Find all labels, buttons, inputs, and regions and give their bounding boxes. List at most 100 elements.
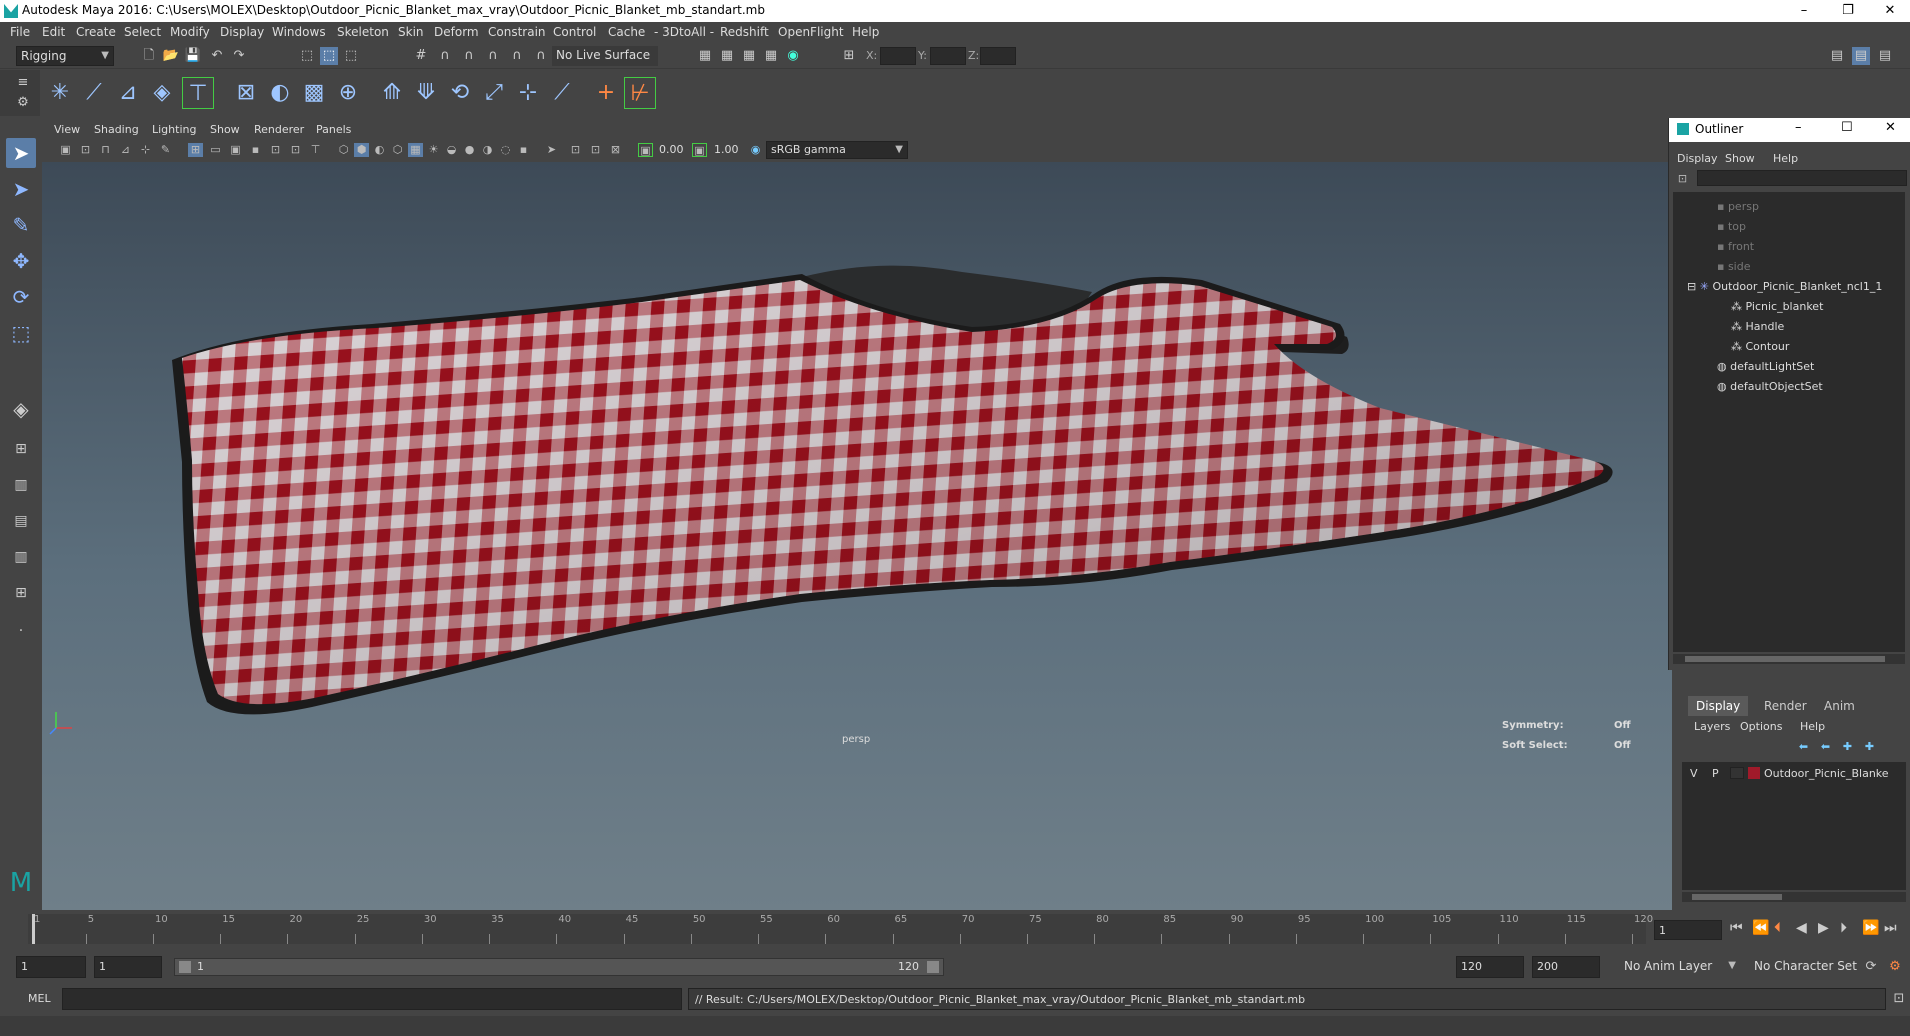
lasso-tool-icon[interactable]: ➤ <box>6 174 36 204</box>
outliner-search-field[interactable] <box>1697 170 1907 186</box>
resolution-gate-icon[interactable]: ▣ <box>228 143 243 157</box>
persp-outliner-layout-icon[interactable]: ▥ <box>6 542 36 572</box>
current-time-indicator[interactable] <box>32 914 35 944</box>
modeling-toolkit-icon[interactable]: ▤ <box>1828 47 1846 65</box>
tree-item-side[interactable]: ▪ side <box>1717 260 1751 273</box>
script-editor-icon[interactable]: ⊡ <box>1890 990 1908 1008</box>
select-hierarchy-icon[interactable]: ⬚ <box>298 47 316 65</box>
move-layer-down-icon[interactable]: ⬅ <box>1818 740 1833 754</box>
new-layer-selected-icon[interactable]: ✚ <box>1862 740 1877 754</box>
smooth-shade-icon[interactable]: ⬢ <box>354 143 369 157</box>
go-to-start-icon[interactable]: ⏮ <box>1730 920 1743 936</box>
new-scene-icon[interactable]: 🗋 <box>140 47 158 65</box>
exposure-value[interactable]: 0.00 <box>659 143 684 156</box>
pole-vector-icon[interactable]: ⟋ <box>546 77 578 109</box>
scrollbar-thumb[interactable] <box>1692 894 1782 900</box>
snap-point-icon[interactable]: ∩ <box>460 47 478 65</box>
snap-pivot-icon[interactable]: ∩ <box>532 47 550 65</box>
gate-mask-icon[interactable]: ▪ <box>248 143 263 157</box>
tab-anim-layers[interactable]: Anim <box>1816 696 1863 716</box>
image-plane-icon[interactable]: ⊿ <box>118 143 133 157</box>
anti-aliasing-icon[interactable]: ◌ <box>498 143 513 157</box>
viewport-persp[interactable]: persp Symmetry: Off Soft Select: Off <box>42 162 1672 910</box>
layer-name[interactable]: Outdoor_Picnic_Blanke <box>1764 767 1889 780</box>
tree-item-picnic-blanket[interactable]: ⁂ Picnic_blanket <box>1731 300 1823 313</box>
step-back-frame-icon[interactable]: ⏴ <box>1774 920 1781 936</box>
command-input[interactable] <box>62 988 682 1010</box>
layers-menu-options[interactable]: Options <box>1740 720 1782 733</box>
layer-row[interactable]: V P Outdoor_Picnic_Blanke <box>1682 764 1906 782</box>
orient-joint-icon[interactable]: ⊤ <box>182 77 214 109</box>
paint-weights-icon[interactable]: ◐ <box>264 77 296 109</box>
layer-horizontal-scrollbar[interactable] <box>1682 892 1906 902</box>
motion-blur-icon[interactable]: ◑ <box>480 143 495 157</box>
graph-layout-icon[interactable]: ▤ <box>6 506 36 536</box>
menu-cache[interactable]: Cache <box>608 25 645 39</box>
isolate-select-icon[interactable]: ➤ <box>544 143 559 157</box>
shelf-settings-icon[interactable]: ⚙ <box>14 94 32 112</box>
range-end-handle[interactable] <box>927 961 939 973</box>
select-tool-icon[interactable]: ➤ <box>6 138 36 168</box>
auto-key-icon[interactable]: ⟳ <box>1862 958 1880 976</box>
orient-constraint-icon[interactable]: ⟲ <box>444 77 476 109</box>
play-backwards-icon[interactable]: ◀ <box>1796 920 1807 936</box>
animation-preferences-icon[interactable]: ⚙ <box>1886 958 1904 976</box>
safe-title-icon[interactable]: ⊤ <box>308 143 323 157</box>
bookmark-icon[interactable]: ⊓ <box>98 143 113 157</box>
viewport-menu-view[interactable]: View <box>54 123 80 136</box>
tree-item-contour[interactable]: ⁂ Contour <box>1731 340 1789 353</box>
field-chart-icon[interactable]: ⊡ <box>268 143 283 157</box>
grid-toggle-icon[interactable]: ⊞ <box>188 143 203 157</box>
exposure-icon[interactable]: ▣ <box>638 143 653 157</box>
menu-create[interactable]: Create <box>76 25 116 39</box>
view-transform-dropdown[interactable]: sRGB gamma ▼ <box>766 141 908 159</box>
lattice-icon[interactable]: ▩ <box>298 77 330 109</box>
select-object-icon[interactable]: ⬚ <box>320 47 338 65</box>
step-back-key-icon[interactable]: ⏪ <box>1752 920 1769 936</box>
bind-skin-icon[interactable]: ⊠ <box>230 77 262 109</box>
viewport-menu-renderer[interactable]: Renderer <box>254 123 304 136</box>
step-forward-key-icon[interactable]: ⏩ <box>1862 920 1879 936</box>
snap-curve-icon[interactable]: ∩ <box>436 47 454 65</box>
menu-skin[interactable]: Skin <box>398 25 424 39</box>
snap-surface-icon[interactable]: ∩ <box>508 47 526 65</box>
menu-select[interactable]: Select <box>124 25 161 39</box>
outliner-horizontal-scrollbar[interactable] <box>1673 654 1905 664</box>
tree-item-persp[interactable]: ▪ persp <box>1717 200 1759 213</box>
current-frame-field[interactable]: 1 <box>1654 920 1722 940</box>
layer-playback-toggle[interactable]: P <box>1712 767 1719 780</box>
layer-visibility-toggle[interactable]: V <box>1690 767 1698 780</box>
character-set-dropdown[interactable]: No Character Set <box>1750 957 1858 977</box>
attribute-editor-toggle-icon[interactable]: ▤ <box>1852 47 1870 65</box>
scale-tool-icon[interactable]: ⬚ <box>6 318 36 348</box>
redo-icon[interactable]: ↷ <box>230 47 248 65</box>
ambient-occlusion-icon[interactable]: ● <box>462 143 477 157</box>
render-view-icon[interactable]: ▦ <box>696 47 714 65</box>
render-frame-icon[interactable]: ▦ <box>718 47 736 65</box>
snap-view-icon[interactable]: ∩ <box>484 47 502 65</box>
tab-render-layers[interactable]: Render <box>1756 696 1815 716</box>
menu-set-dropdown[interactable]: Rigging ▼ <box>16 46 114 66</box>
film-gate-icon[interactable]: ▭ <box>208 143 223 157</box>
textured-icon[interactable]: ▦ <box>408 143 423 157</box>
animation-start-field[interactable]: 1 <box>16 956 86 978</box>
tree-item-default-light-set[interactable]: ◍ defaultLightSet <box>1717 360 1814 373</box>
close-button[interactable]: ✕ <box>1870 1 1910 21</box>
tree-item-root[interactable]: ⊟ ✳ Outdoor_Picnic_Blanket_ncl1_1 <box>1687 280 1882 293</box>
tab-display-layers[interactable]: Display <box>1688 696 1749 716</box>
layer-color-swatch[interactable] <box>1748 767 1760 779</box>
playback-end-field[interactable]: 120 <box>1456 956 1524 978</box>
color-management-icon[interactable]: ◉ <box>748 143 763 157</box>
menu-3dtoall[interactable]: - 3DtoAll - <box>654 25 714 39</box>
shadows-icon[interactable]: ◒ <box>444 143 459 157</box>
gamma-icon[interactable]: ▣ <box>692 143 707 157</box>
minimize-button[interactable]: – <box>1784 1 1824 21</box>
undo-icon[interactable]: ↶ <box>208 47 226 65</box>
paint-select-tool-icon[interactable]: ✎ <box>6 210 36 240</box>
y-field[interactable] <box>930 47 966 65</box>
restore-button[interactable]: ❐ <box>1828 1 1868 21</box>
select-component-icon[interactable]: ⬚ <box>342 47 360 65</box>
viewport-menu-panels[interactable]: Panels <box>316 123 351 136</box>
outliner-layout-icon[interactable]: ▥ <box>6 470 36 500</box>
live-surface-field[interactable]: No Live Surface <box>552 46 658 66</box>
